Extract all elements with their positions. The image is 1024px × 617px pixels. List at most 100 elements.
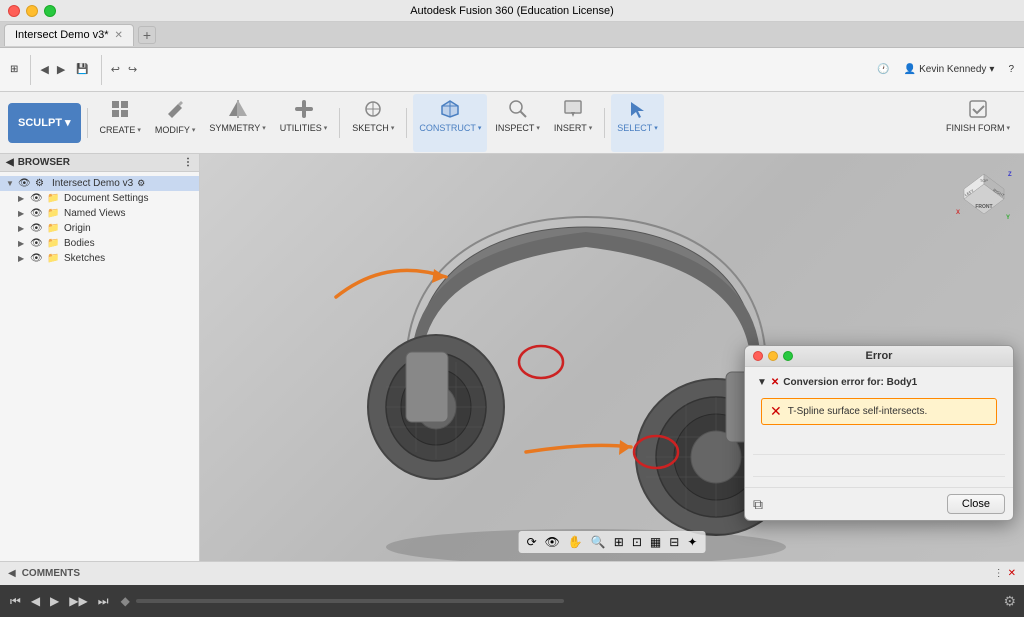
folder-icon4: 📁	[47, 238, 61, 249]
help-button[interactable]: ?	[1002, 61, 1020, 78]
minimize-button[interactable]	[26, 5, 38, 17]
sketch-icon	[362, 98, 384, 123]
zoom-tool[interactable]: 🔍	[589, 533, 608, 551]
tree-item-bodies[interactable]: ▶ 👁 📁 Bodies	[0, 236, 199, 251]
grid-menu-button[interactable]: ⊞	[4, 61, 24, 78]
error-message-row: ✕ T-Spline surface self-intersects.	[761, 398, 997, 425]
tree-root-label: Intersect Demo v3	[52, 178, 133, 189]
sculpt-dropdown-icon: ▾	[65, 116, 71, 129]
active-tab[interactable]: Intersect Demo v3* ✕	[4, 24, 134, 46]
ribbon-select[interactable]: SELECT▾	[611, 94, 664, 152]
timeline-last-button[interactable]: ⏭	[96, 592, 111, 611]
history-icon: 🕐	[877, 64, 889, 75]
tree-item-root[interactable]: ▼ 👁 ⚙ Intersect Demo v3 ⚙	[0, 176, 199, 191]
save-button[interactable]: 💾	[70, 61, 94, 78]
window-title: Autodesk Fusion 360 (Education License)	[410, 5, 614, 17]
display-options-tool[interactable]: ⊟	[667, 533, 681, 551]
svg-text:Y: Y	[1006, 215, 1010, 221]
dialog-traffic-lights	[753, 351, 793, 361]
eye-icon3: 👁	[30, 208, 44, 219]
tree-item-doc-settings[interactable]: ▶ 👁 📁 Document Settings	[0, 191, 199, 206]
close-dialog-button[interactable]: Close	[947, 494, 1005, 514]
undo-button[interactable]: ↩	[108, 61, 123, 78]
dialog-close-button[interactable]	[753, 351, 763, 361]
error-expand-icon[interactable]: ▼	[757, 377, 767, 388]
copy-icon-button[interactable]: ⧉	[753, 496, 763, 513]
close-button[interactable]	[8, 5, 20, 17]
sep1	[30, 55, 31, 85]
tree-item-sketches[interactable]: ▶ 👁 📁 Sketches	[0, 251, 199, 266]
timeline-track[interactable]	[136, 599, 564, 603]
tree-item-origin[interactable]: ▶ 👁 📁 Origin	[0, 221, 199, 236]
utilities-label: UTILITIES	[280, 123, 322, 133]
ribbon-insert[interactable]: INSERT▾	[548, 94, 598, 152]
expand-icon[interactable]: ◀	[8, 568, 16, 579]
traffic-lights	[8, 5, 56, 17]
ribbon-utilities[interactable]: UTILITIES▾	[274, 94, 334, 152]
ribbon-create[interactable]: CREATE▾	[94, 94, 147, 152]
user-avatar: 👤	[904, 64, 916, 75]
ribbon-sketch[interactable]: SKETCH▾	[346, 94, 400, 152]
view-options-tool[interactable]: ▦	[648, 533, 663, 551]
timeline-settings-icon[interactable]: ⚙	[1003, 593, 1016, 610]
ribbon-finish-form[interactable]: FINISH FORM▾	[940, 94, 1016, 152]
ribbon-symmetry[interactable]: SYMMETRY▾	[203, 94, 271, 152]
ribbon-construct[interactable]: CONSTRUCT▾	[413, 94, 487, 152]
redo-button[interactable]: ↪	[125, 61, 140, 78]
empty-row1	[753, 435, 1005, 455]
browser-collapse-icon[interactable]: ◀	[6, 157, 14, 168]
ribbon-inspect[interactable]: INSPECT▾	[489, 94, 546, 152]
maximize-button[interactable]	[44, 5, 56, 17]
browser-options-icon[interactable]: ⋮	[183, 157, 193, 168]
fit-tool[interactable]: ⊞	[612, 533, 626, 551]
finish-form-label: FINISH FORM	[946, 123, 1005, 133]
tree-sketches-label: Sketches	[64, 253, 105, 264]
construct-icon	[439, 98, 461, 123]
viewcube[interactable]: FRONT LEFT RIGHT TOP X Y Z	[954, 164, 1014, 224]
back-nav-button[interactable]: ◀	[37, 61, 51, 78]
look-tool[interactable]: 👁	[543, 533, 562, 551]
error-red-icon: ✕	[771, 377, 779, 388]
symmetry-label: SYMMETRY	[209, 123, 260, 133]
comments-options-icon[interactable]: ⋮	[994, 568, 1004, 579]
dialog-minimize-button[interactable]	[768, 351, 778, 361]
effects-tool[interactable]: ✦	[685, 533, 699, 551]
error-dialog: Error ▼ ✕ Conversion error for: Body1 ✕ …	[744, 345, 1014, 521]
select-label: SELECT	[617, 123, 652, 133]
timeline-next-button[interactable]: ▶▶	[67, 592, 89, 610]
construct-label: CONSTRUCT	[419, 123, 476, 133]
tree-root-config-icon[interactable]: ⚙	[137, 178, 145, 189]
orbit-tool[interactable]: ⟳	[525, 533, 539, 551]
pan-tool[interactable]: ✋	[566, 533, 585, 551]
help-icon: ?	[1008, 64, 1014, 75]
eye-icon6: 👁	[30, 253, 44, 264]
error-x-icon: ✕	[770, 403, 782, 420]
dialog-footer: ⧉ Close	[745, 487, 1013, 520]
new-tab-button[interactable]: +	[138, 26, 156, 44]
user-label: Kevin Kennedy	[919, 64, 986, 75]
timeline-first-button[interactable]: ⏮	[8, 592, 23, 611]
history-button[interactable]: 🕐	[871, 61, 895, 78]
viewport[interactable]: FRONT LEFT RIGHT TOP X Y Z	[200, 154, 1024, 561]
svg-text:Z: Z	[1008, 172, 1012, 178]
tree-named-views-label: Named Views	[64, 208, 126, 219]
close-status-icon[interactable]: ✕	[1008, 568, 1016, 579]
timeline-play-button[interactable]: ▶	[48, 592, 61, 610]
sculpt-label: SCULPT	[18, 117, 62, 129]
tree-item-expand2: ▶	[18, 209, 30, 218]
dialog-maximize-button[interactable]	[783, 351, 793, 361]
tabbar: Intersect Demo v3* ✕ +	[0, 22, 1024, 48]
sculpt-button[interactable]: SCULPT ▾	[8, 103, 81, 143]
forward-nav-button[interactable]: ▶	[54, 61, 68, 78]
tab-close-icon[interactable]: ✕	[115, 30, 123, 41]
user-menu-button[interactable]: 👤 Kevin Kennedy ▾	[898, 61, 1001, 78]
zoom-extent-tool[interactable]: ⊡	[630, 533, 644, 551]
tree-item-expand4: ▶	[18, 239, 30, 248]
timeline-prev-button[interactable]: ◀	[29, 592, 42, 610]
eye-icon4: 👁	[30, 223, 44, 234]
tree-doc-label: Document Settings	[64, 193, 149, 204]
insert-icon	[562, 98, 584, 123]
ribbon-modify[interactable]: MODIFY▾	[149, 94, 202, 152]
tree-item-named-views[interactable]: ▶ 👁 📁 Named Views	[0, 206, 199, 221]
tree-item-expand5: ▶	[18, 254, 30, 263]
